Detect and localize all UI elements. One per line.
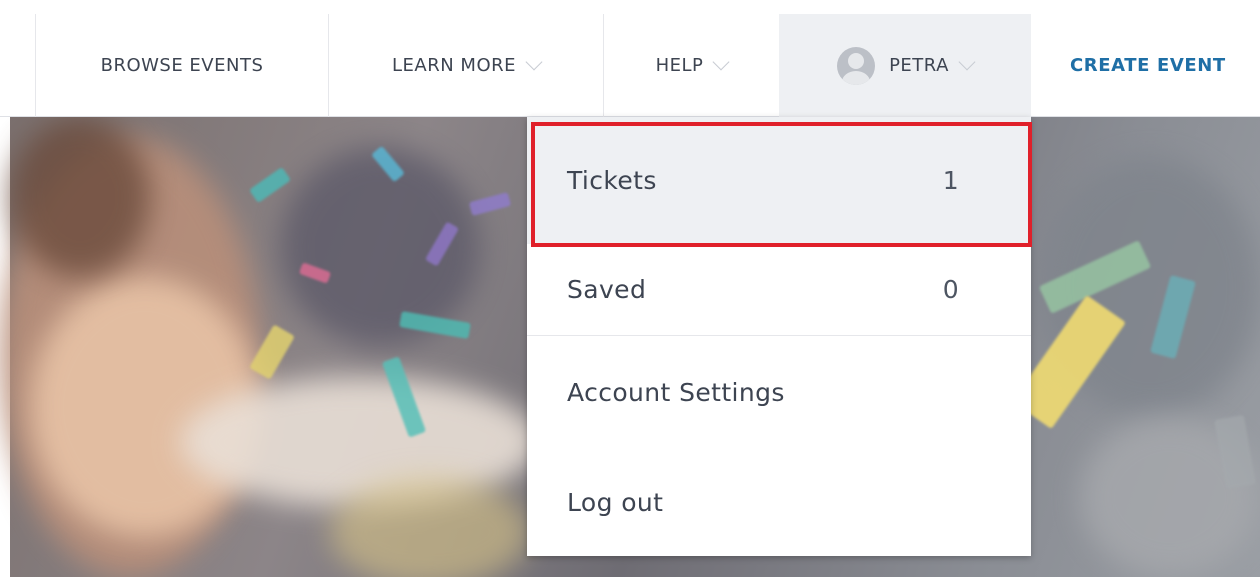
nav-browse-events-label: BROWSE EVENTS xyxy=(100,55,264,76)
menu-item-label: Account Settings xyxy=(567,377,785,407)
nav-user-name: PETRA xyxy=(889,55,949,76)
avatar-icon xyxy=(837,46,876,85)
menu-item-label: Log out xyxy=(567,487,664,517)
nav-learn-more[interactable]: LEARN MORE xyxy=(329,14,604,117)
nav-browse-events[interactable]: BROWSE EVENTS xyxy=(36,14,329,117)
page: BROWSE EVENTS LEARN MORE HELP PETRA CREA… xyxy=(0,0,1260,577)
user-dropdown-menu: Tickets 1 Saved 0 Account Settings Log o… xyxy=(527,117,1031,556)
menu-item-count: 0 xyxy=(942,275,959,304)
top-nav: BROWSE EVENTS LEARN MORE HELP PETRA CREA… xyxy=(0,0,1260,117)
chevron-down-icon xyxy=(958,53,976,70)
menu-item-count: 1 xyxy=(942,166,959,195)
chevron-down-icon xyxy=(712,53,730,70)
nav-help[interactable]: HELP xyxy=(604,14,779,117)
menu-item-label: Saved xyxy=(567,275,647,304)
create-event-label: CREATE EVENT xyxy=(1070,55,1226,76)
menu-item-tickets[interactable]: Tickets 1 xyxy=(527,117,1031,244)
menu-item-log-out[interactable]: Log out xyxy=(527,448,1031,556)
chevron-down-icon xyxy=(525,53,543,70)
nav-help-label: HELP xyxy=(655,55,704,76)
menu-item-account-settings[interactable]: Account Settings xyxy=(527,336,1031,448)
menu-item-label: Tickets xyxy=(567,166,657,195)
create-event-link[interactable]: CREATE EVENT xyxy=(1031,14,1260,117)
menu-item-saved[interactable]: Saved 0 xyxy=(527,244,1031,336)
nav-user-menu[interactable]: PETRA xyxy=(779,14,1031,117)
nav-learn-more-label: LEARN MORE xyxy=(392,55,516,76)
